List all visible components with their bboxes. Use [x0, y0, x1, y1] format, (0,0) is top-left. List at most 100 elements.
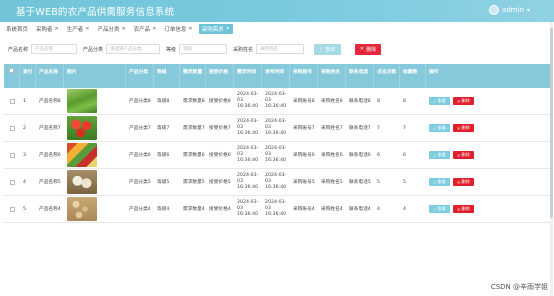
- user-menu[interactable]: admin ▾: [489, 5, 530, 15]
- filter-label-name: 产品名称: [8, 46, 29, 53]
- view-button[interactable]: ✓ 查看: [429, 151, 450, 159]
- col-header[interactable]: 采购账号: [290, 64, 318, 88]
- view-button[interactable]: ✓ 查看: [429, 124, 450, 132]
- close-icon[interactable]: ✕: [121, 26, 125, 32]
- delete-row-button[interactable]: ✕ 删除: [452, 97, 474, 105]
- scrollbar[interactable]: [550, 22, 553, 296]
- row-checkbox[interactable]: [4, 169, 20, 195]
- cell-need-time: 2024-03-03 16:36:40: [237, 146, 259, 163]
- tab-products[interactable]: 农产品 ✕: [132, 24, 159, 34]
- tab-label: 系统首页: [6, 27, 29, 33]
- grade-input[interactable]: 等级: [179, 44, 228, 54]
- cell-product-name: 产品名称6: [39, 153, 61, 158]
- delete-row-button[interactable]: ✕ 删除: [452, 151, 474, 159]
- delete-button-label: 删除: [461, 98, 470, 103]
- col-header[interactable]: 点击次数: [374, 64, 400, 88]
- product-image: [67, 116, 97, 140]
- col-header[interactable]: 接受价格: [206, 64, 234, 88]
- buyer-name-input[interactable]: 采购姓名: [256, 44, 305, 54]
- category-select[interactable]: 请选择产品分类: [106, 44, 161, 54]
- top-bar: 基于WEB的农产品供需服务信息系统 admin ▾: [0, 0, 554, 22]
- cell-category: 产品分类8: [129, 99, 151, 104]
- tab-orders[interactable]: 订单信息 ✕: [162, 24, 194, 34]
- cell-index: 5: [23, 206, 26, 212]
- close-icon: ✕: [456, 206, 461, 212]
- cell-need-time: 2024-03-03 16:36:40: [237, 200, 259, 217]
- col-header[interactable]: 需求时间: [234, 64, 262, 88]
- avatar[interactable]: [489, 5, 500, 15]
- cell-clicks: 8: [377, 98, 380, 104]
- close-icon: ✕: [456, 98, 461, 104]
- tab-home[interactable]: 系统首页: [4, 24, 30, 34]
- cell-favs: 6: [403, 152, 406, 158]
- delete-row-button[interactable]: ✕ 删除: [452, 178, 474, 186]
- delete-button-label: 删除: [461, 179, 470, 184]
- row-checkbox[interactable]: [4, 142, 20, 168]
- username[interactable]: admin: [502, 6, 524, 14]
- tab-category[interactable]: 产品分类 ✕: [95, 24, 127, 34]
- cell-price: 接受价格4: [209, 207, 231, 212]
- close-icon[interactable]: ✕: [85, 26, 89, 32]
- cell-actions: ✓ 查看 ✕ 删除: [426, 88, 551, 114]
- view-button[interactable]: ✓ 查看: [429, 205, 450, 213]
- select-all-checkbox[interactable]: [4, 64, 20, 88]
- cell-price: 接受价格8: [209, 99, 231, 104]
- col-header[interactable]: 等级: [154, 64, 180, 88]
- check-icon: ✓: [433, 152, 437, 158]
- close-icon[interactable]: ✕: [188, 26, 192, 32]
- search-icon: ⌕: [320, 46, 323, 52]
- col-header[interactable]: 采购姓名: [318, 64, 346, 88]
- check-icon: ✓: [433, 125, 437, 131]
- cell-product-name: 产品名称4: [39, 207, 61, 212]
- row-checkbox[interactable]: [4, 88, 20, 114]
- cell-category: 产品分类4: [129, 207, 151, 212]
- chevron-down-icon[interactable]: ▾: [527, 7, 530, 14]
- cell-pub-time: 2024-03-03 16:36:40: [265, 146, 287, 163]
- col-header[interactable]: 图片: [64, 64, 126, 88]
- close-icon[interactable]: ✕: [55, 26, 59, 32]
- tab-buyer[interactable]: 采购者 ✕: [34, 24, 61, 34]
- table-row[interactable]: 5 产品名称4 产品分类4 等级4 需求数量4 接受价格4 2024-03-03 16:36…: [4, 196, 551, 223]
- row-checkbox[interactable]: [4, 196, 20, 222]
- close-icon[interactable]: ✕: [226, 26, 230, 32]
- cell-phone: 联系电话6: [349, 153, 371, 158]
- close-icon[interactable]: ✕: [152, 26, 156, 32]
- row-checkbox[interactable]: [4, 115, 20, 141]
- cell-price: 接受价格7: [209, 126, 231, 131]
- cell-clicks: 7: [377, 125, 380, 131]
- cell-account: 采购账号5: [293, 180, 315, 185]
- tab-purchase-demand[interactable]: 采购需求 ✕: [198, 24, 233, 34]
- col-header[interactable]: 产品分类: [126, 64, 154, 88]
- cell-product-name: 产品名称7: [39, 126, 61, 131]
- tab-label: 采购者: [36, 27, 53, 33]
- view-button[interactable]: ✓ 查看: [429, 97, 450, 105]
- col-header[interactable]: 索引: [20, 64, 36, 88]
- table-row[interactable]: 2 产品名称7 产品分类7 等级7 需求数量7 接受价格7 2024-03-03 16:36…: [4, 115, 551, 142]
- col-header[interactable]: 产品名称: [36, 64, 64, 88]
- product-name-input[interactable]: 产品名称: [31, 44, 78, 54]
- tab-producer[interactable]: 生产者 ✕: [65, 24, 92, 34]
- delete-button[interactable]: ✕ 删除: [354, 43, 382, 55]
- delete-row-button[interactable]: ✕ 删除: [452, 124, 474, 132]
- search-button[interactable]: ⌕ 查询: [314, 43, 341, 55]
- cell-need-time: 2024-03-03 16:36:40: [237, 92, 259, 109]
- col-header[interactable]: 需求数量: [180, 64, 206, 88]
- close-icon: ✕: [456, 152, 461, 158]
- cell-index: 1: [23, 98, 26, 104]
- table-row[interactable]: 3 产品名称6 产品分类6 等级6 需求数量6 接受价格6 2024-03-03 16:36…: [4, 142, 551, 169]
- cell-image: [64, 88, 126, 114]
- col-header[interactable]: 收藏数: [400, 64, 426, 88]
- cell-clicks: 4: [377, 206, 380, 212]
- cell-buyer: 采购姓名5: [321, 180, 343, 185]
- col-header[interactable]: 联系电话: [346, 64, 374, 88]
- product-image: [67, 89, 97, 113]
- cell-phone: 联系电话8: [349, 99, 371, 104]
- col-header[interactable]: 发布时间: [262, 64, 290, 88]
- table-row[interactable]: 4 产品名称5 产品分类5 等级5 需求数量5 接受价格5 2024-03-03 16:36…: [4, 169, 551, 196]
- scrollbar-thumb[interactable]: [550, 28, 553, 218]
- table-row[interactable]: 1 产品名称8 产品分类8 等级8 需求数量8 接受价格8 2024-03-03 16:36…: [4, 88, 551, 115]
- cell-category: 产品分类5: [129, 180, 151, 185]
- cell-account: 采购账号8: [293, 99, 315, 104]
- delete-row-button[interactable]: ✕ 删除: [452, 205, 474, 213]
- view-button[interactable]: ✓ 查看: [429, 178, 450, 186]
